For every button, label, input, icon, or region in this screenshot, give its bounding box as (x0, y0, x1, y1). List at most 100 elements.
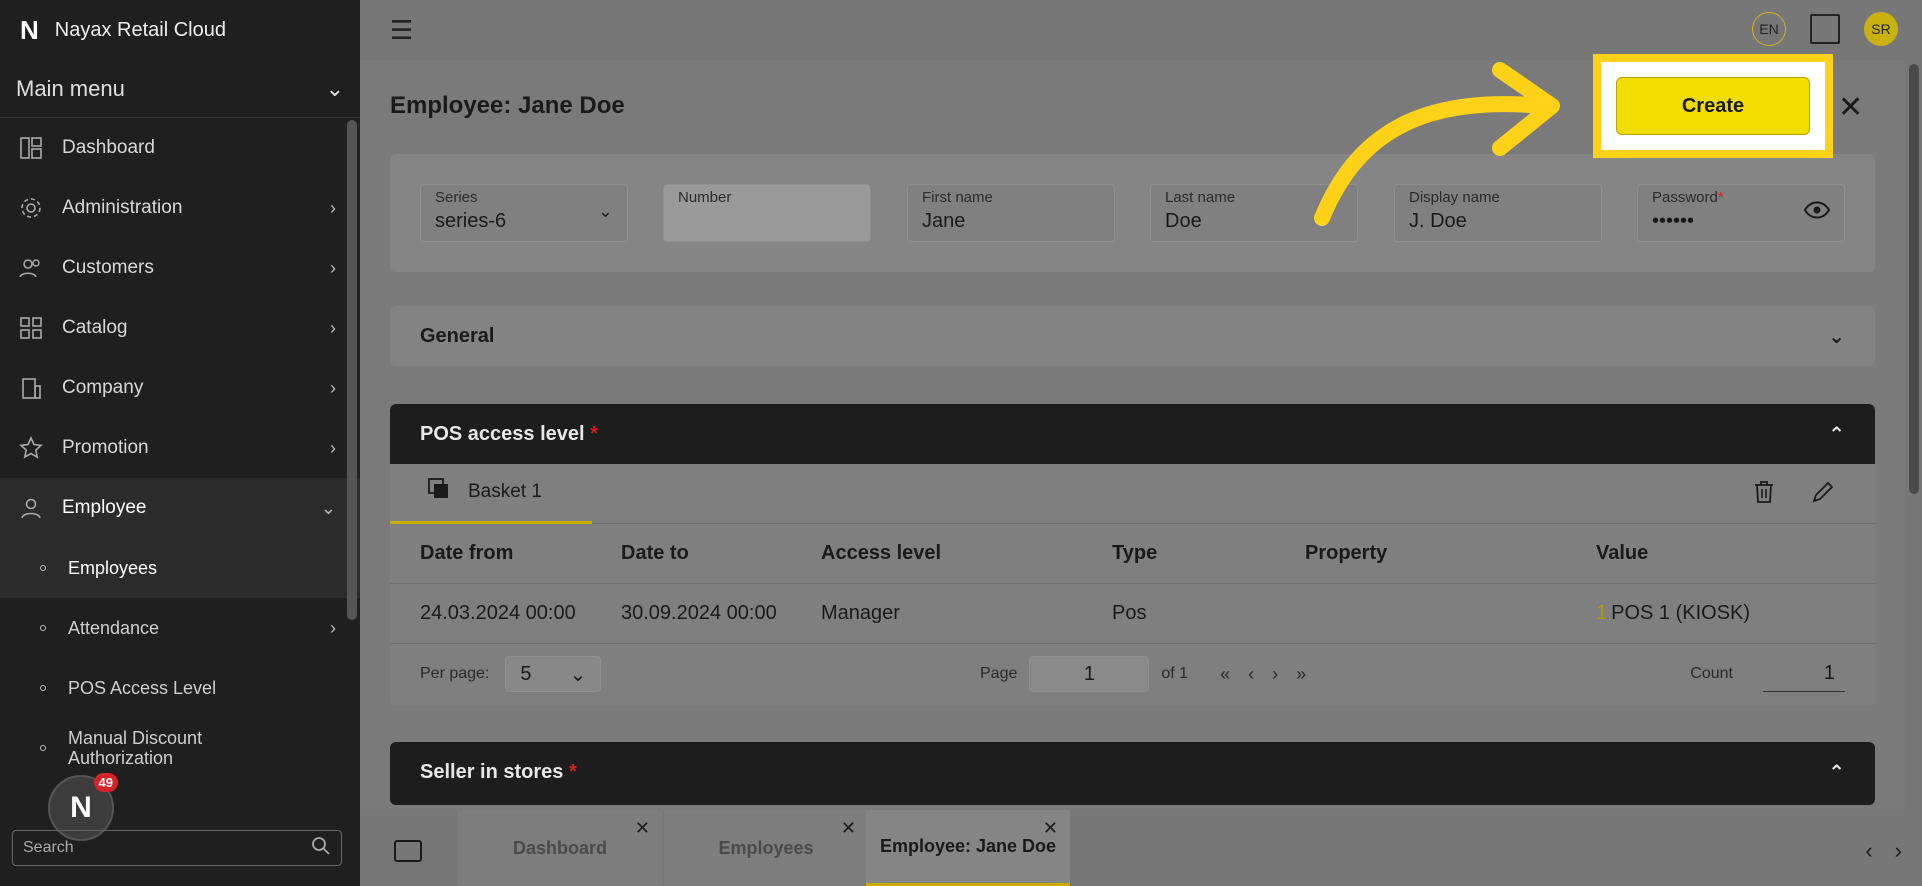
bottom-tab-label: Dashboard (512, 837, 608, 858)
trash-icon[interactable] (1753, 480, 1775, 510)
windows-icon[interactable] (394, 840, 422, 862)
chevron-down-icon: ⌄ (1828, 325, 1845, 348)
sidebar-item-promotion[interactable]: Promotion › (0, 418, 360, 478)
bottom-tab-bar: Dashboard ✕ Employees ✕ Employee: Jane D… (360, 810, 1922, 886)
scrollbar-thumb[interactable] (1909, 64, 1919, 494)
close-icon[interactable]: ✕ (635, 818, 650, 839)
users-icon (18, 255, 44, 281)
page-controls: Page 1 of 1 « ‹ › » (980, 656, 1306, 692)
series-select[interactable]: Series series-6 ⌄ (420, 184, 628, 242)
notification-badge: 49 (93, 773, 118, 792)
column-header[interactable]: Property (1305, 542, 1596, 565)
pos-access-header[interactable]: POS access level * ⌃ (390, 404, 1875, 464)
main-menu-toggle[interactable]: Main menu ⌄ (0, 60, 360, 118)
sidebar-subitem-pos-access-level[interactable]: POS Access Level (0, 658, 360, 718)
required-marker: * (1717, 189, 1724, 206)
sidebar-item-label: Promotion (62, 437, 149, 458)
create-button[interactable]: Create (1616, 77, 1810, 135)
sidebar-item-label: Catalog (62, 317, 128, 338)
first-page-icon[interactable]: « (1220, 664, 1230, 685)
column-header[interactable]: Value (1596, 542, 1856, 565)
general-section[interactable]: General ⌄ (390, 306, 1875, 366)
password-label: Password (1652, 189, 1718, 206)
app-title: Nayax Retail Cloud (54, 18, 226, 41)
hamburger-menu-icon[interactable]: ☰ (390, 15, 413, 46)
column-header[interactable]: Date from (420, 542, 621, 565)
sidebar-item-company[interactable]: Company › (0, 358, 360, 418)
page-input[interactable]: 1 (1029, 656, 1150, 692)
search-icon[interactable] (311, 836, 331, 861)
section-title: POS access level * (420, 423, 598, 446)
section-title: General (420, 324, 495, 347)
sidebar-item-label: Dashboard (62, 137, 155, 158)
pos-access-section: POS access level * ⌃ Basket 1 Date from (390, 404, 1875, 706)
main-menu-label: Main menu (16, 75, 125, 101)
sidebar-item-customers[interactable]: Customers › (0, 238, 360, 298)
sidebar-scrollbar[interactable] (347, 120, 357, 620)
chevron-down-icon: ⌄ (320, 497, 336, 518)
sidebar-item-employee[interactable]: Employee ⌄ (0, 478, 360, 538)
gear-icon (18, 195, 44, 221)
close-icon[interactable]: ✕ (1043, 818, 1058, 839)
number-field: Number (663, 184, 871, 242)
sidebar-item-dashboard[interactable]: Dashboard (0, 118, 360, 178)
bullet-icon (40, 745, 46, 751)
general-header[interactable]: General ⌄ (390, 306, 1875, 366)
sidebar-item-administration[interactable]: Administration › (0, 178, 360, 238)
per-page-label: Per page: (420, 665, 490, 682)
field-label: Number (678, 189, 732, 206)
value-number: 1 (1596, 602, 1608, 624)
sidebar-subitem-attendance[interactable]: Attendance › (0, 598, 360, 658)
cell-date-to: 30.09.2024 00:00 (621, 602, 777, 624)
bottom-tab-dashboard[interactable]: Dashboard ✕ (458, 810, 662, 886)
sidebar-subitem-label: Employees (68, 557, 158, 578)
column-header[interactable]: Date to (621, 542, 821, 565)
main-scrollbar[interactable] (1905, 60, 1922, 810)
close-icon[interactable]: ✕ (841, 818, 856, 839)
chevron-right-icon: › (330, 257, 336, 278)
bottom-tab-employees[interactable]: Employees ✕ (664, 810, 868, 886)
bullet-icon (40, 565, 46, 571)
pencil-icon[interactable] (1811, 480, 1835, 510)
password-field[interactable]: Password* •••••• (1637, 184, 1845, 242)
close-icon[interactable]: ✕ (1838, 90, 1863, 125)
top-bar: ☰ EN SR (360, 0, 1922, 60)
star-icon (18, 435, 44, 461)
grid-icon (18, 315, 44, 341)
chevron-right-icon: › (330, 377, 336, 398)
sidebar-subitem-employees[interactable]: Employees (0, 538, 360, 598)
sidebar-subitem-label: POS Access Level (68, 677, 217, 698)
sellers-title: Seller in stores (420, 760, 564, 783)
first-name-field[interactable]: First name Jane (907, 184, 1115, 242)
column-header[interactable]: Access level (821, 542, 1112, 565)
cell-value: 1 POS 1 (KIOSK) (1596, 602, 1856, 625)
language-button[interactable]: EN (1752, 12, 1786, 46)
eye-icon[interactable] (1803, 201, 1831, 224)
chevron-right-icon[interactable]: › (1895, 838, 1902, 864)
pos-access-title: POS access level (420, 422, 585, 445)
chevron-down-icon: ⌄ (597, 201, 613, 221)
bullet-icon (40, 625, 46, 631)
bottom-tab-employee-jane-doe[interactable]: Employee: Jane Doe ✕ (866, 810, 1070, 886)
cell-date-from: 24.03.2024 00:00 (420, 602, 576, 624)
value-text: POS 1 (KIOSK) (1611, 602, 1751, 624)
tab-basket-1[interactable]: Basket 1 (390, 464, 592, 524)
column-header[interactable]: Type (1112, 542, 1305, 565)
user-avatar[interactable]: SR (1864, 12, 1898, 46)
prev-page-icon[interactable]: ‹ (1248, 664, 1254, 685)
sidebar-item-catalog[interactable]: Catalog › (0, 298, 360, 358)
chevron-up-icon: ⌃ (1828, 423, 1845, 446)
seller-in-stores-header[interactable]: Seller in stores * ⌃ (390, 742, 1875, 802)
fullscreen-icon[interactable] (1810, 14, 1840, 44)
last-page-icon[interactable]: » (1296, 664, 1306, 685)
table-row[interactable]: 24.03.2024 00:00 30.09.2024 00:00 Manage… (390, 584, 1875, 644)
sidebar-search-input[interactable]: Search (12, 830, 342, 866)
sidebar-subitem-manual-discount[interactable]: Manual Discount Authorization (0, 718, 360, 778)
field-label: Series (435, 189, 478, 206)
annotation-arrow-icon (1314, 62, 1560, 226)
next-page-icon[interactable]: › (1272, 664, 1278, 685)
chevron-left-icon[interactable]: ‹ (1865, 838, 1872, 864)
tab-scroll-arrows: ‹ › (1865, 838, 1902, 864)
per-page-select[interactable]: 5 ⌄ (505, 656, 602, 692)
field-value: Jane (922, 210, 966, 232)
